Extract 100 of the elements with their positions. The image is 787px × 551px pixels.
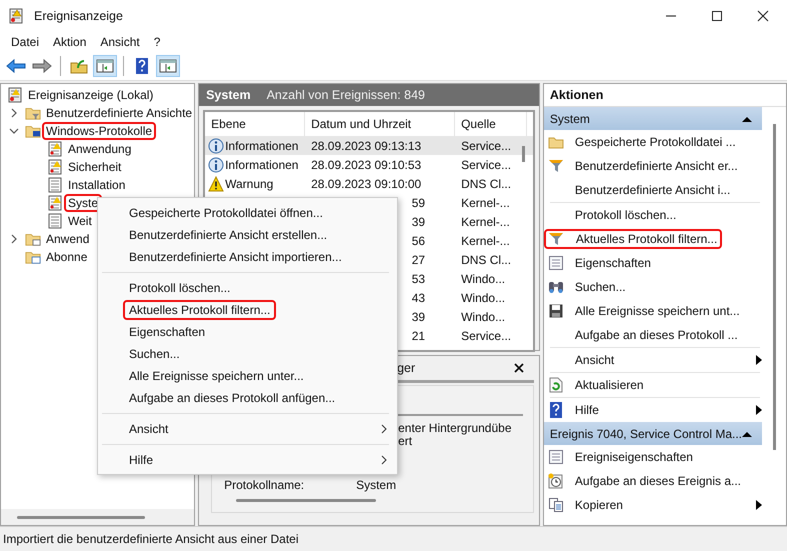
menu-item-label: Alle Ereignisse speichern unter... — [128, 368, 305, 384]
source-cell-text: Service... — [460, 138, 512, 152]
date-cell-text: 43 — [410, 290, 426, 304]
calendar-folder-icon — [25, 249, 41, 265]
section-header[interactable]: Ereignis 7040, Service Control Ma... — [544, 422, 762, 445]
menu-item[interactable]: Eigenschaften — [98, 321, 397, 343]
submenu-arrow-icon — [756, 355, 762, 365]
date-cell-text: 56 — [410, 234, 426, 248]
menu-item[interactable]: ? — [146, 35, 168, 49]
action-link[interactable]: Hilfe — [572, 402, 602, 418]
action-link[interactable]: Aktualisieren — [572, 377, 647, 393]
menu-item-label: Eigenschaften — [128, 324, 206, 340]
chevron-right-icon — [381, 455, 387, 465]
collapse-arrow-icon[interactable] — [742, 430, 752, 436]
menu-item[interactable]: Hilfe — [98, 449, 397, 471]
menu-item[interactable]: Aufgabe an dieses Protokoll anfügen... — [98, 387, 397, 409]
action-link[interactable]: Protokoll löschen... — [572, 207, 680, 223]
tree-item[interactable]: Ereignisanzeige (Lokal) — [26, 88, 156, 102]
date-cell-text: 28.09.2023 09:13:13 — [310, 138, 422, 152]
section-header[interactable]: System — [544, 107, 762, 130]
log-name: System — [206, 88, 251, 102]
close-icon[interactable] — [757, 10, 769, 22]
action-link[interactable]: Suchen... — [572, 279, 629, 295]
scrollbar-thumb[interactable] — [17, 516, 145, 518]
details-title: ger — [397, 361, 416, 375]
action-link[interactable]: Ereigniseigenschaften — [572, 449, 696, 465]
action-link[interactable]: Aktuelles Protokoll filtern... — [546, 231, 720, 247]
menu-item-label: Gespeicherte Protokolldatei öffnen... — [128, 205, 324, 221]
menu-item[interactable]: Datei — [4, 35, 46, 49]
menu-item[interactable]: Alle Ereignisse speichern unter... — [98, 365, 397, 387]
menu-item-label: Suchen... — [128, 346, 181, 362]
info-icon — [208, 138, 224, 154]
scrollbar-thumb[interactable] — [236, 499, 376, 502]
action-link[interactable]: Ansicht — [572, 352, 618, 368]
submenu-arrow-icon — [756, 405, 762, 415]
date-cell-text: 39 — [410, 214, 426, 228]
collapse-arrow-icon[interactable] — [742, 116, 752, 122]
warning-icon — [208, 176, 224, 192]
tree-item[interactable]: Installation — [66, 178, 128, 192]
window-title: Ereignisanzeige — [34, 9, 123, 23]
action-link[interactable]: Alle Ereignisse speichern unt... — [572, 303, 743, 319]
tree-item[interactable]: Weit — [66, 214, 94, 228]
event-row[interactable]: Informationen 28.09.2023 09:13:13 Service... — [205, 136, 533, 155]
scrollbar-thumb[interactable] — [522, 146, 525, 162]
event-row[interactable]: Warnung 28.09.2023 09:10:00 DNS Cl... — [205, 174, 533, 193]
menu-item[interactable]: Ansicht — [93, 35, 147, 49]
scrollbar-thumb[interactable] — [773, 124, 776, 450]
menu-item-label: Benutzerdefinierte Ansicht importieren... — [128, 249, 343, 265]
menu-item[interactable]: Aktion — [46, 35, 94, 49]
binoculars-icon — [548, 279, 564, 295]
menu-item[interactable]: Protokoll löschen... — [98, 277, 397, 299]
source-cell-text: Windo... — [460, 310, 506, 324]
tree-item[interactable]: Sicherheit — [66, 160, 124, 174]
pane-button[interactable] — [93, 55, 117, 77]
menu-item[interactable]: Ansicht — [98, 418, 397, 440]
action-link[interactable]: Aufgabe an dieses Ereignis a... — [572, 473, 744, 489]
tree-item[interactable]: Benutzerdefinierte Ansichte — [44, 106, 194, 120]
source-cell-text: Windo... — [460, 272, 506, 286]
menu-item[interactable]: Gespeicherte Protokolldatei öffnen... — [98, 202, 397, 224]
collapse-chevron-icon[interactable] — [9, 126, 19, 136]
pane-button[interactable] — [156, 55, 180, 77]
menu-item-label: Benutzerdefinierte Ansicht erstellen... — [128, 227, 328, 243]
menu-item[interactable]: Suchen... — [98, 343, 397, 365]
action-link[interactable]: Kopieren — [572, 497, 626, 513]
action-link[interactable]: Benutzerdefinierte Ansicht i... — [572, 182, 734, 198]
action-link[interactable]: Aufgabe an dieses Protokoll ... — [572, 327, 741, 343]
computer-folder-icon — [25, 123, 41, 139]
maximize-icon[interactable] — [711, 10, 723, 22]
properties-icon — [548, 449, 564, 465]
tree-item[interactable]: Abonne — [44, 250, 90, 264]
action-link[interactable]: Benutzerdefinierte Ansicht er... — [572, 158, 741, 174]
event-count: Anzahl von Ereignissen: 849 — [266, 88, 426, 102]
date-cell-text: 28.09.2023 09:10:00 — [310, 176, 422, 190]
source-cell-text: Service... — [460, 158, 512, 172]
expand-chevron-icon[interactable] — [9, 234, 19, 244]
clock-icon — [548, 473, 564, 489]
menu-item-label: Aufgabe an dieses Protokoll anfügen... — [128, 390, 336, 406]
action-link[interactable]: Gespeicherte Protokolldatei ... — [572, 134, 739, 150]
tree-item[interactable]: Syste — [66, 196, 100, 210]
source-cell-text: Windo... — [460, 290, 506, 304]
folder-icon — [25, 231, 41, 247]
action-link[interactable]: Eigenschaften — [572, 255, 654, 271]
refresh-icon — [548, 377, 564, 393]
event-row[interactable]: Informationen 28.09.2023 09:10:53 Service... — [205, 155, 533, 174]
menu-item[interactable]: Benutzerdefinierte Ansicht importieren... — [98, 246, 397, 268]
log-icon — [47, 177, 63, 193]
log-warning-icon — [47, 141, 63, 157]
tree-item[interactable]: Anwendung — [66, 142, 134, 156]
filter-folder-icon — [25, 105, 41, 121]
menu-item[interactable]: Aktuelles Protokoll filtern... — [98, 299, 397, 321]
expand-chevron-icon[interactable] — [9, 108, 19, 118]
menu-item-label: Hilfe — [128, 452, 154, 468]
tree-item[interactable]: Anwend — [44, 232, 92, 246]
source-cell-text: Kernel-... — [460, 196, 511, 210]
tree-item[interactable]: Windows-Protokolle — [44, 124, 154, 138]
date-cell-text: 39 — [410, 310, 426, 324]
log-warning-icon — [47, 159, 63, 175]
date-cell-text: 21 — [410, 328, 426, 342]
close-icon[interactable] — [514, 363, 524, 373]
menu-item[interactable]: Benutzerdefinierte Ansicht erstellen... — [98, 224, 397, 246]
